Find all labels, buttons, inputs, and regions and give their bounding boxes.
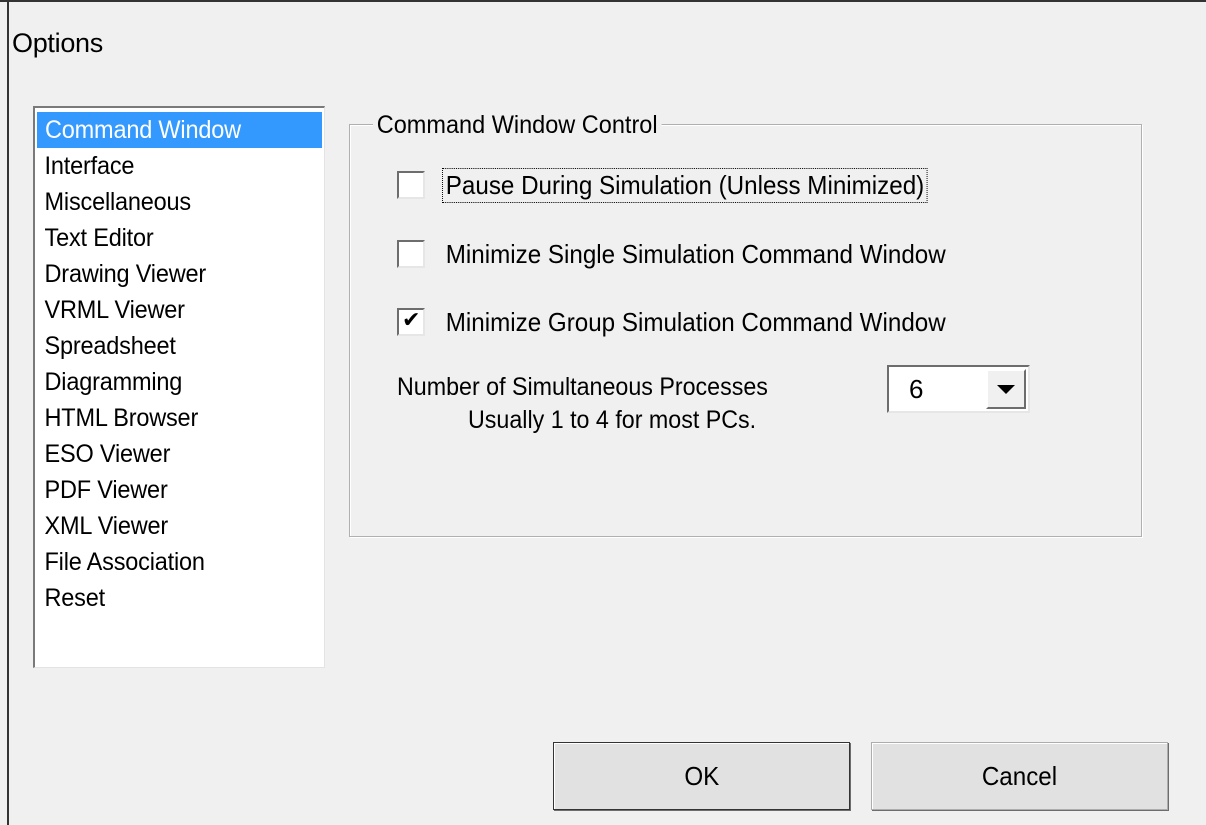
processes-select[interactable]: 6 [887,365,1030,413]
processes-hint: Usually 1 to 4 for most PCs. [468,406,757,434]
cancel-button[interactable]: Cancel [871,742,1168,810]
category-item-html-browser[interactable]: HTML Browser [37,400,305,436]
category-item-spreadsheet[interactable]: Spreadsheet [37,328,305,364]
minimize-single-label[interactable]: Minimize Single Simulation Command Windo… [443,238,948,271]
pause-during-simulation-checkbox[interactable] [397,171,425,199]
pause-during-simulation-label[interactable]: Pause During Simulation (Unless Minimize… [442,167,928,203]
cancel-button-label: Cancel [981,760,1058,791]
category-item-miscellaneous[interactable]: Miscellaneous [37,184,305,220]
category-item-label: Command Window [45,116,241,144]
minimize-group-checkbox[interactable]: ✔ [397,308,425,336]
category-item-interface[interactable]: Interface [37,148,305,184]
processes-label: Number of Simultaneous Processes [397,373,768,401]
category-item-vrml-viewer[interactable]: VRML Viewer [37,292,305,328]
category-item-reset[interactable]: Reset [37,580,305,616]
minimize-single-checkbox[interactable] [397,240,425,268]
ok-button[interactable]: OK [553,742,850,810]
checkmark-icon: ✔ [402,308,421,333]
category-item-diagramming[interactable]: Diagramming [37,364,305,400]
category-item-text-editor[interactable]: Text Editor [37,220,305,256]
category-item-file-association[interactable]: File Association [37,544,305,580]
category-item-eso-viewer[interactable]: ESO Viewer [37,436,305,472]
dialog-left-border [7,0,9,825]
minimize-group-label[interactable]: Minimize Group Simulation Command Window [443,306,948,339]
dialog-top-border [0,0,1206,2]
processes-select-value: 6 [909,374,924,404]
category-item-pdf-viewer[interactable]: PDF Viewer [37,472,305,508]
dialog-title: Options [12,28,103,58]
chevron-down-icon [997,385,1015,394]
category-item-xml-viewer[interactable]: XML Viewer [37,508,305,544]
minimize-group-option[interactable]: ✔ Minimize Group Simulation Command Wind… [397,304,987,340]
ok-button-label: OK [684,760,719,791]
options-dialog: Options Command Window Interface Miscell… [0,0,1206,825]
category-list[interactable]: Command Window Interface Miscellaneous T… [33,106,325,668]
category-item-drawing-viewer[interactable]: Drawing Viewer [37,256,305,292]
minimize-single-option[interactable]: Minimize Single Simulation Command Windo… [397,236,987,272]
pause-during-simulation-option[interactable]: Pause During Simulation (Unless Minimize… [397,167,963,203]
group-title: Command Window Control [373,110,662,140]
dropdown-button[interactable] [986,369,1026,409]
category-item-command-window[interactable]: Command Window [37,112,322,148]
